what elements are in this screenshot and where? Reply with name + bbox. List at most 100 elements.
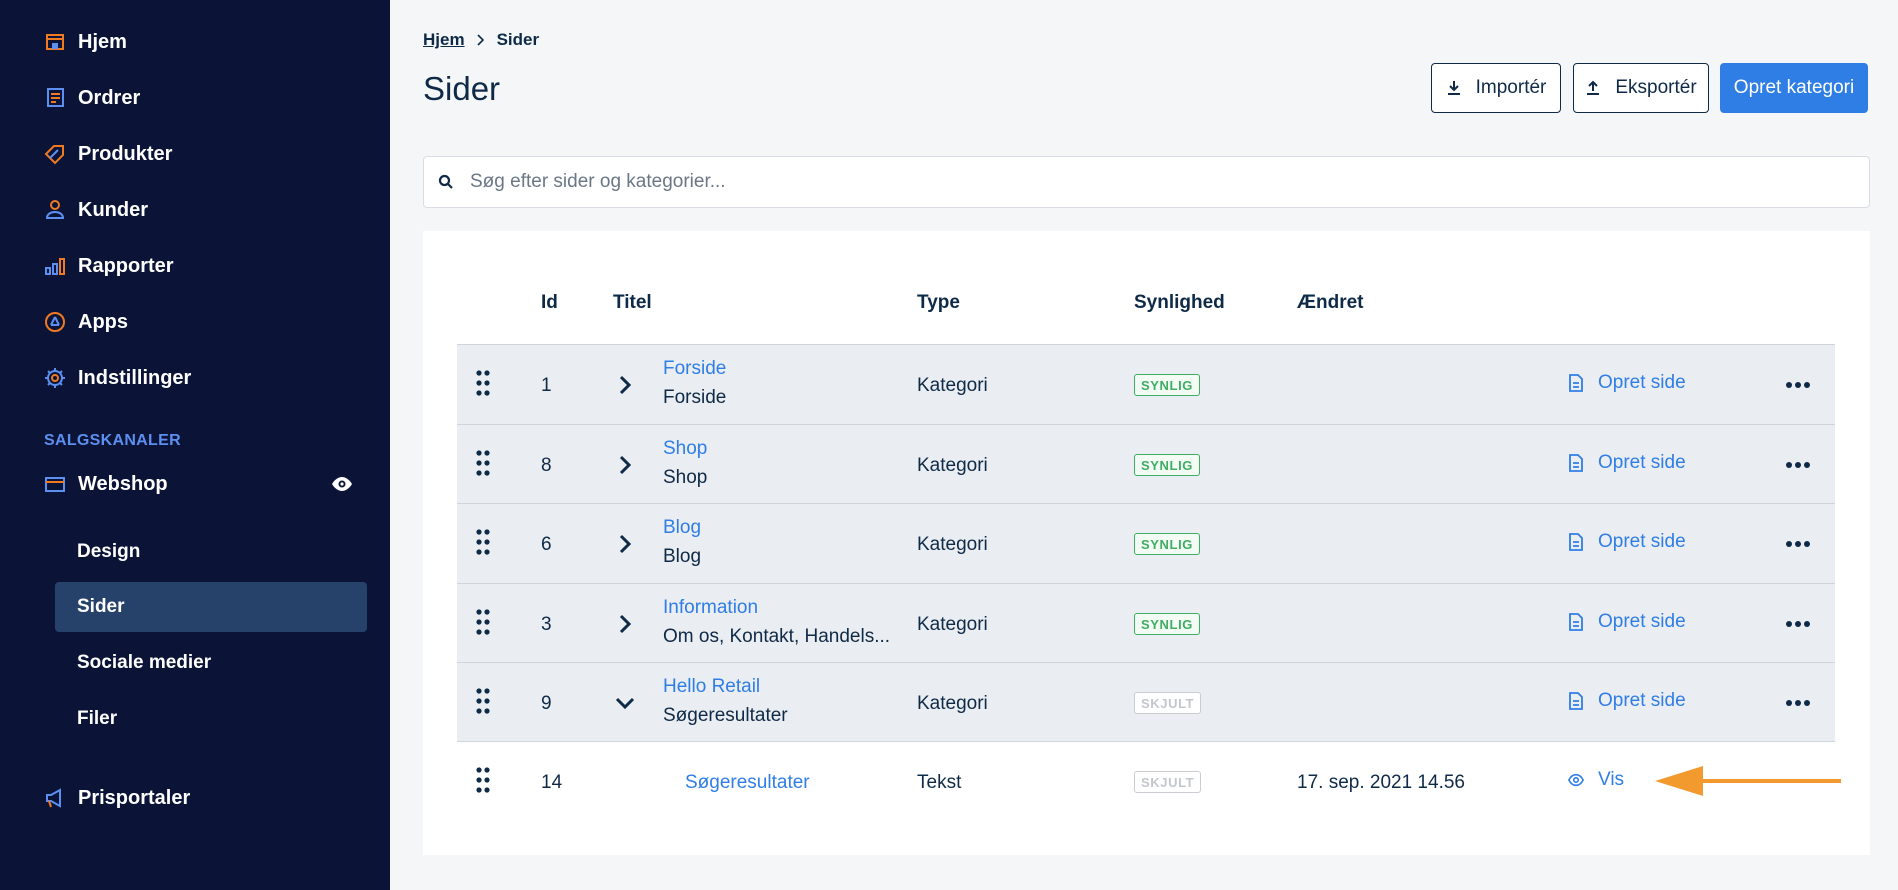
chevron-down-icon[interactable] [615, 691, 635, 715]
nav-label: Kunder [78, 198, 148, 221]
breadcrumb-current: Sider [496, 30, 540, 49]
row-type: Kategori [917, 693, 988, 714]
table-row[interactable]: 6 Blog Blog Kategori SYNLIG Opret side [457, 503, 1835, 583]
home-icon [44, 31, 66, 53]
drag-handle-icon[interactable] [476, 529, 490, 555]
visibility-badge: SYNLIG [1134, 374, 1200, 396]
row-title-link[interactable]: Information [663, 597, 758, 619]
row-id: 14 [541, 772, 563, 793]
create-page-action[interactable]: Opret side [1568, 531, 1686, 553]
table-row[interactable]: 9 Hello Retail Søgeresultater Kategori S… [457, 662, 1835, 742]
drag-handle-icon[interactable] [476, 767, 490, 793]
nav-label: Hjem [78, 30, 127, 53]
nav-item-hjem[interactable]: Hjem [44, 24, 127, 60]
store-icon [44, 473, 66, 495]
table-row[interactable]: 1 Forside Forside Kategori SYNLIG Opret … [457, 344, 1835, 424]
more-options-icon[interactable] [1785, 691, 1811, 715]
row-title-link[interactable]: Shop [663, 438, 707, 460]
drag-handle-icon[interactable] [476, 370, 490, 396]
nav-item-apps[interactable]: Apps [44, 304, 128, 340]
create-page-action[interactable]: Opret side [1568, 611, 1686, 633]
chevron-right-icon[interactable] [615, 532, 635, 556]
orders-icon [44, 87, 66, 109]
nav-item-prisportaler[interactable]: Prisportaler [44, 780, 190, 816]
document-icon [1568, 454, 1584, 472]
row-title-link[interactable]: Søgeresultater [685, 772, 810, 794]
column-header-visibility[interactable]: Synlighed [1134, 292, 1225, 314]
row-changed: 17. sep. 2021 14.56 [1297, 772, 1465, 793]
nav-label: Rapporter [78, 254, 174, 277]
nav-label: Prisportaler [78, 786, 191, 809]
action-label: Opret side [1598, 690, 1686, 711]
sub-item-sociale-medier[interactable]: Sociale medier [55, 638, 367, 688]
gear-icon [44, 367, 66, 389]
row-id: 8 [541, 455, 552, 476]
breadcrumb: Hjem Sider [423, 30, 539, 50]
nav-item-indstillinger[interactable]: Indstillinger [44, 360, 191, 396]
user-icon [44, 199, 66, 221]
breadcrumb-home-link[interactable]: Hjem [423, 30, 465, 50]
create-page-action[interactable]: Opret side [1568, 372, 1686, 394]
more-options-icon[interactable] [1785, 453, 1811, 477]
view-action[interactable]: Vis [1568, 769, 1624, 791]
row-title-link[interactable]: Hello Retail [663, 676, 760, 698]
nav-label: Produkter [78, 142, 173, 165]
column-header-title[interactable]: Titel [613, 292, 652, 314]
megaphone-icon [44, 787, 66, 809]
nav-label: Ordrer [78, 86, 141, 109]
sub-item-sider[interactable]: Sider [55, 582, 367, 632]
row-title-link[interactable]: Forside [663, 358, 726, 380]
row-id: 9 [541, 693, 552, 714]
drag-handle-icon[interactable] [476, 450, 490, 476]
more-options-icon[interactable] [1785, 612, 1811, 636]
nav-label: Apps [78, 310, 128, 333]
bar-chart-icon [44, 255, 66, 277]
sub-item-filer[interactable]: Filer [55, 694, 367, 744]
import-label: Importér [1475, 77, 1547, 98]
drag-handle-icon[interactable] [476, 688, 490, 714]
nav-item-kunder[interactable]: Kunder [44, 192, 148, 228]
row-id: 6 [541, 534, 552, 555]
action-label: Opret side [1598, 531, 1686, 552]
search-icon [438, 174, 454, 190]
nav-item-ordrer[interactable]: Ordrer [44, 80, 140, 116]
chevron-right-icon[interactable] [615, 612, 635, 636]
export-button[interactable]: Eksportér [1573, 63, 1709, 113]
table-row[interactable]: 14 Søgeresultater Tekst SKJULT 17. sep. … [457, 742, 1835, 822]
nav-label: Indstillinger [78, 366, 192, 389]
row-subtitle: Forside [663, 387, 727, 408]
row-type: Kategori [917, 534, 988, 555]
drag-handle-icon[interactable] [476, 609, 490, 635]
search-bar [423, 156, 1870, 208]
sidebar: Hjem Ordrer Produkter Kunder Rapporter A… [0, 0, 390, 890]
more-options-icon[interactable] [1785, 532, 1811, 556]
row-subtitle: Om os, Kontakt, Handels... [663, 626, 891, 647]
create-category-button[interactable]: Opret kategori [1720, 63, 1868, 113]
nav-item-produkter[interactable]: Produkter [44, 136, 172, 172]
table-row[interactable]: 3 Information Om os, Kontakt, Handels...… [457, 583, 1835, 663]
chevron-right-icon[interactable] [615, 373, 635, 397]
row-subtitle: Søgeresultater [663, 705, 788, 726]
section-label-salgskanaler: SALGSKANALER [44, 432, 181, 449]
more-options-icon[interactable] [1785, 373, 1811, 397]
column-header-type[interactable]: Type [917, 292, 960, 314]
export-label: Eksportér [1615, 77, 1697, 98]
document-icon [1568, 374, 1584, 392]
row-title-link[interactable]: Blog [663, 517, 701, 539]
create-page-action[interactable]: Opret side [1568, 690, 1686, 712]
nav-item-webshop[interactable]: Webshop [44, 466, 168, 502]
sub-item-design[interactable]: Design [55, 527, 367, 577]
import-button[interactable]: Importér [1431, 63, 1561, 113]
search-input[interactable] [470, 171, 1820, 193]
row-id: 3 [541, 614, 552, 635]
upload-icon [1585, 80, 1601, 96]
table-row[interactable]: 8 Shop Shop Kategori SYNLIG Opret side [457, 424, 1835, 504]
chevron-right-icon[interactable] [615, 453, 635, 477]
create-page-action[interactable]: Opret side [1568, 452, 1686, 474]
column-header-changed[interactable]: Ændret [1297, 292, 1364, 314]
eye-icon[interactable] [330, 472, 354, 496]
visibility-badge: SKJULT [1134, 692, 1202, 714]
visibility-badge: SKJULT [1134, 771, 1202, 793]
column-header-id[interactable]: Id [541, 292, 558, 314]
nav-item-rapporter[interactable]: Rapporter [44, 248, 174, 284]
